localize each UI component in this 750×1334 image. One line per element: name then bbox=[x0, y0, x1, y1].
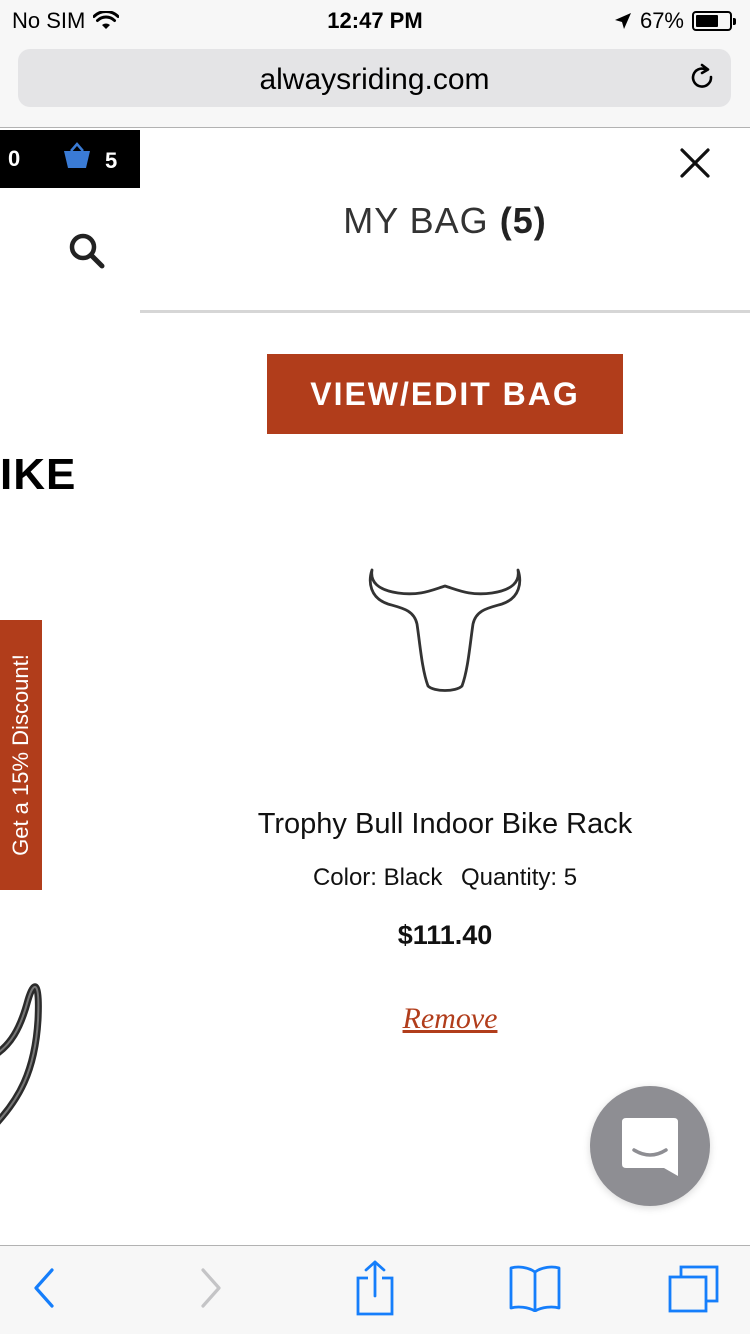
bag-title-label: MY BAG bbox=[343, 200, 489, 241]
product-color: Color: Black bbox=[312, 864, 443, 891]
divider bbox=[140, 310, 750, 313]
battery-icon bbox=[692, 11, 736, 31]
status-bar: No SIM 12:47 PM 67% bbox=[0, 0, 750, 40]
battery-percent: 67% bbox=[639, 8, 684, 33]
background-header-bar: 0 5 bbox=[0, 130, 140, 188]
shopping-bag-icon[interactable] bbox=[62, 142, 92, 170]
product-name[interactable]: Trophy Bull Indoor Bike Rack bbox=[140, 808, 750, 841]
share-icon[interactable] bbox=[354, 1260, 396, 1316]
close-icon[interactable] bbox=[678, 146, 712, 180]
bag-title: MY BAG (5) bbox=[140, 200, 750, 242]
url-text[interactable]: alwaysriding.com bbox=[18, 63, 731, 97]
search-icon[interactable] bbox=[68, 232, 106, 270]
bag-drawer: MY BAG (5) VIEW/EDIT BAG Trophy Bull Ind… bbox=[140, 130, 750, 1245]
background-count: 0 bbox=[8, 146, 21, 171]
chat-launcher-button[interactable] bbox=[590, 1086, 710, 1206]
background-heading-fragment: IKE bbox=[0, 450, 77, 499]
view-edit-bag-button[interactable]: VIEW/EDIT BAG bbox=[267, 354, 623, 434]
browser-toolbar bbox=[0, 1245, 750, 1334]
remove-link[interactable]: Remove bbox=[140, 1002, 750, 1036]
status-right: 67% bbox=[614, 8, 736, 34]
discount-tab[interactable]: Get a 15% Discount! bbox=[0, 620, 42, 890]
product-options: Color: Black Quantity: 5 bbox=[140, 864, 750, 892]
bookmarks-icon[interactable] bbox=[508, 1264, 562, 1312]
back-icon[interactable] bbox=[32, 1266, 56, 1310]
location-arrow-icon bbox=[614, 13, 631, 29]
background-product-image bbox=[0, 983, 42, 1125]
product-price: $111.40 bbox=[397, 920, 493, 950]
product-image[interactable] bbox=[330, 520, 560, 720]
forward-icon[interactable] bbox=[199, 1266, 223, 1310]
product-quantity: Quantity: 5 bbox=[460, 864, 578, 891]
reload-icon[interactable] bbox=[687, 63, 717, 93]
address-bar[interactable]: alwaysriding.com bbox=[18, 49, 731, 107]
browser-chrome: alwaysriding.com bbox=[0, 40, 750, 128]
cart-count: 5 bbox=[105, 148, 118, 173]
bag-count: (5) bbox=[499, 200, 547, 241]
discount-tab-label: Get a 15% Discount! bbox=[8, 654, 33, 856]
tabs-icon[interactable] bbox=[667, 1264, 721, 1314]
chat-icon bbox=[622, 1118, 678, 1176]
